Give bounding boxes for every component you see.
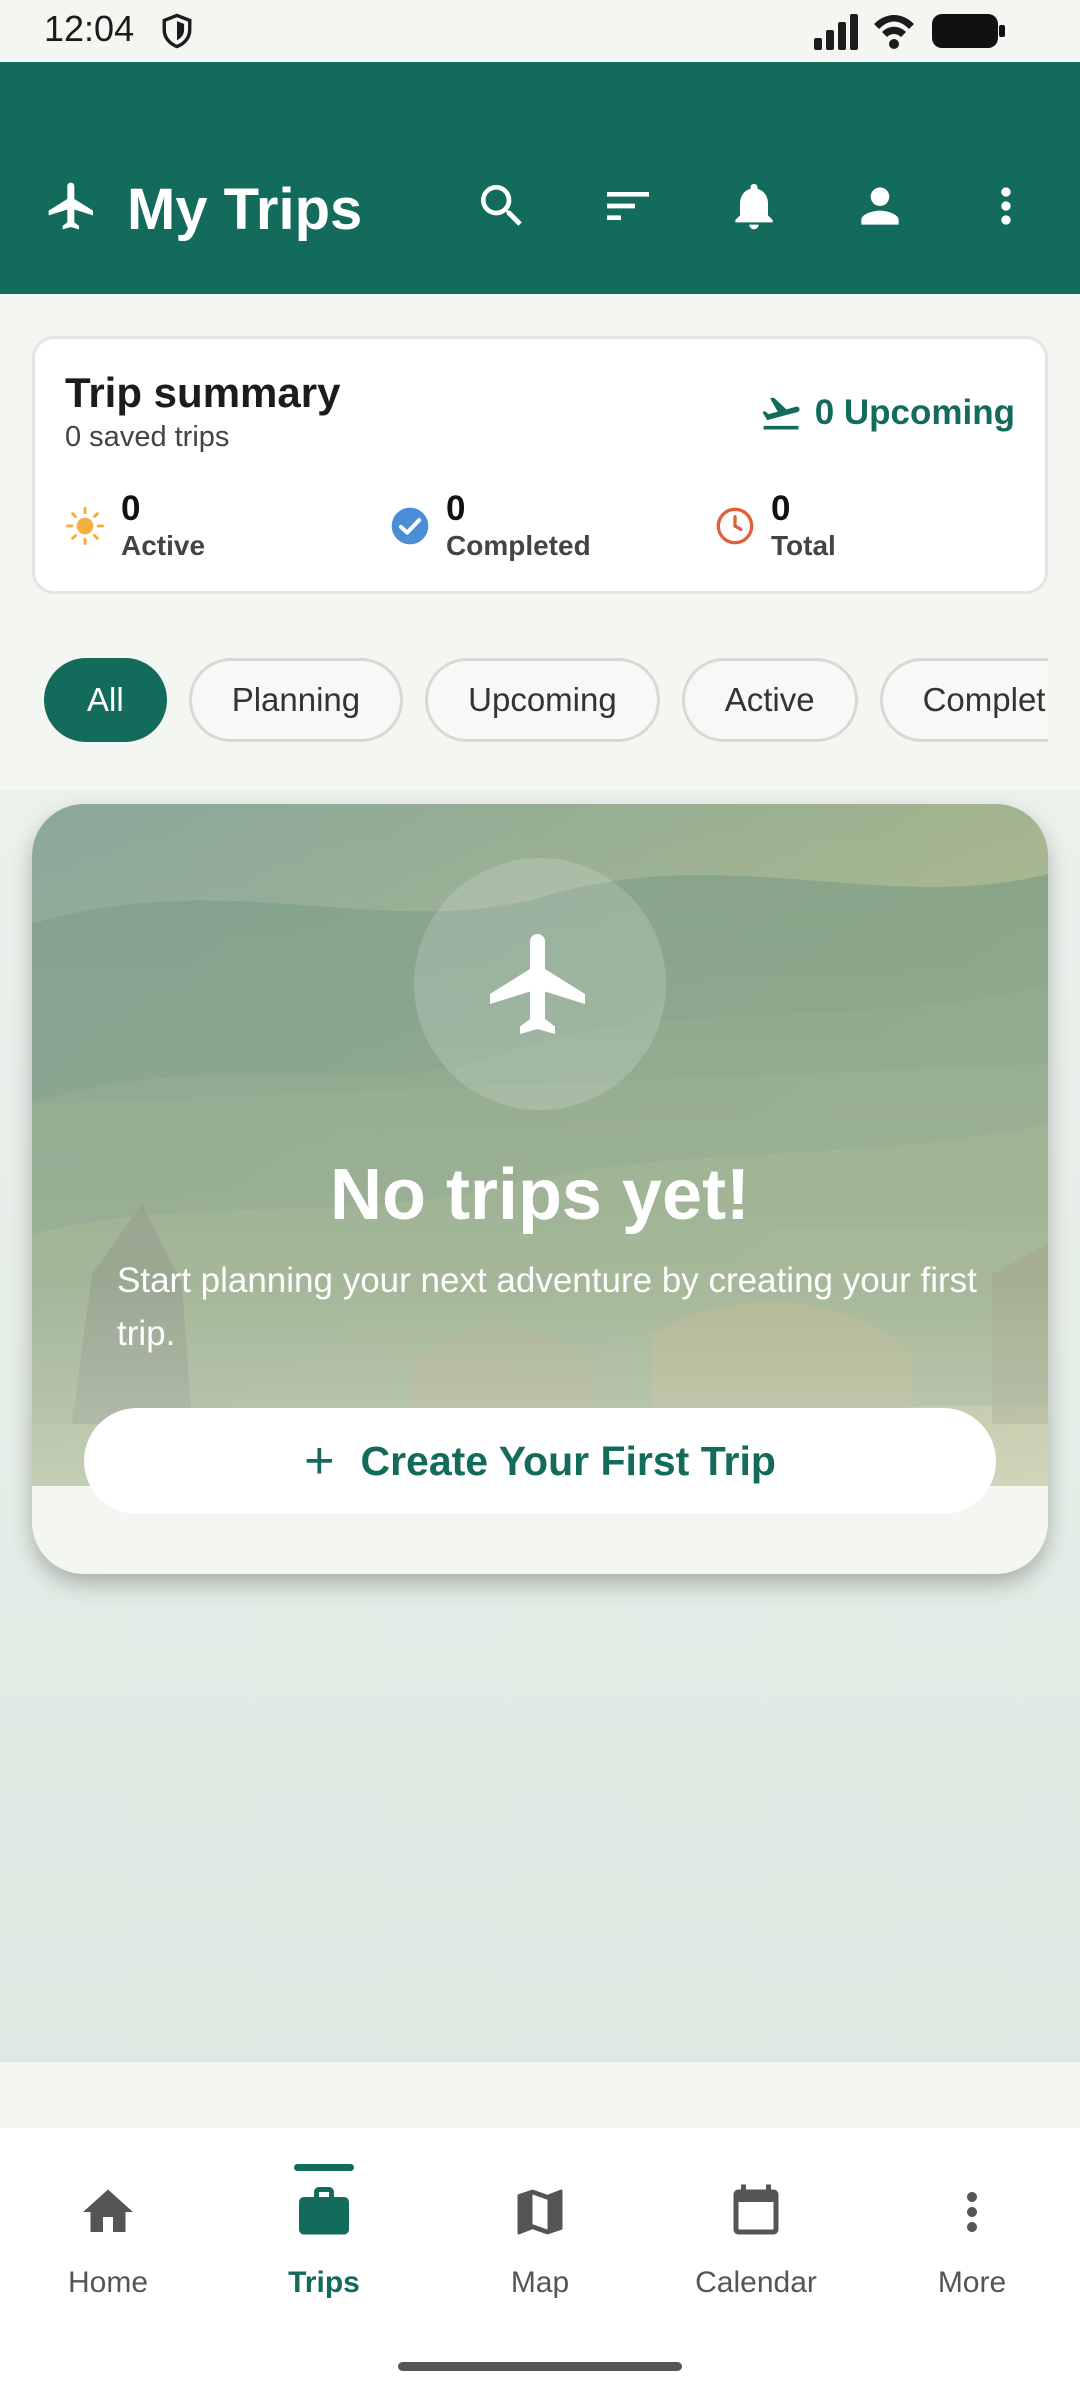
home-icon xyxy=(83,2189,133,2232)
nav-map-label: Map xyxy=(510,2266,570,2299)
shield-icon xyxy=(162,13,192,49)
calendar-icon xyxy=(733,2184,779,2235)
profile-button[interactable] xyxy=(850,176,910,236)
completed-label: Completed xyxy=(446,530,591,561)
filter-chip-upcoming[interactable]: Upcoming xyxy=(425,658,660,742)
create-first-trip-button[interactable]: + Create Your First Trip xyxy=(84,1408,996,1514)
sort-button[interactable] xyxy=(598,176,658,236)
sort-icon xyxy=(607,192,649,220)
status-bar: 12:04 xyxy=(0,0,1080,62)
overflow-menu-button[interactable] xyxy=(976,176,1036,236)
app-bar: My Trips xyxy=(0,62,1080,294)
empty-state-title: No trips yet! xyxy=(329,1155,751,1235)
search-icon xyxy=(481,185,522,226)
filter-chip-all[interactable]: All xyxy=(44,658,167,742)
clock-icon xyxy=(716,507,754,545)
nav-home-label: Home xyxy=(67,2266,149,2299)
filter-chip-completed[interactable]: Complet xyxy=(879,658,1048,742)
airplane-icon xyxy=(490,934,585,1034)
page-title: My Trips xyxy=(127,177,363,242)
stat-total: 0 Total xyxy=(715,489,836,563)
status-time: 12:04 xyxy=(44,8,135,49)
battery-icon xyxy=(932,14,1005,48)
plus-icon: + xyxy=(304,1432,335,1490)
empty-state-card: No trips yet! Start planning your next a… xyxy=(32,804,1048,1574)
notifications-button[interactable] xyxy=(724,176,784,236)
nav-map[interactable]: Map xyxy=(432,2128,648,2328)
wifi-icon xyxy=(874,15,914,49)
upcoming-count[interactable]: 0 Upcoming xyxy=(759,391,1015,435)
trip-summary-card: Trip summary 0 saved trips 0 Upcoming 0 … xyxy=(32,336,1048,594)
home-gesture-handle[interactable] xyxy=(398,2362,682,2371)
nav-trips[interactable]: Trips xyxy=(216,2128,432,2328)
check-circle-icon xyxy=(391,507,429,545)
completed-count: 0 xyxy=(446,489,466,528)
nav-more-label: More xyxy=(937,2266,1007,2299)
filter-chip-active[interactable]: Active xyxy=(681,658,858,742)
filter-chip-planning[interactable]: Planning xyxy=(188,658,404,742)
saved-trips-count: 0 saved trips xyxy=(65,421,230,453)
nav-trips-label: Trips xyxy=(288,2266,360,2299)
person-icon xyxy=(861,187,899,225)
nav-calendar-label: Calendar xyxy=(695,2266,817,2299)
nav-more[interactable]: More xyxy=(864,2128,1080,2328)
active-count: 0 xyxy=(121,489,141,528)
empty-state-description: Start planning your next adventure by cr… xyxy=(117,1261,977,1353)
stat-active: 0 Active xyxy=(65,489,205,563)
stat-completed: 0 Completed xyxy=(390,489,591,563)
filter-chips: All Planning Upcoming Active Complet xyxy=(44,658,1048,742)
create-trip-label: Create Your First Trip xyxy=(360,1437,776,1484)
summary-title: Trip summary xyxy=(65,369,341,416)
more-vertical-icon xyxy=(967,2192,977,2232)
empty-state-badge xyxy=(414,858,666,1110)
map-icon xyxy=(517,2189,563,2235)
signal-icon xyxy=(814,14,858,50)
upcoming-label: 0 Upcoming xyxy=(814,393,1015,432)
total-label: Total xyxy=(771,530,836,561)
flight-takeoff-icon xyxy=(762,397,800,430)
bottom-navigation: Home Trips Map Calendar More xyxy=(0,2128,1080,2400)
airplane-icon xyxy=(48,182,93,230)
more-vertical-icon xyxy=(1001,187,1011,225)
nav-calendar[interactable]: Calendar xyxy=(648,2128,864,2328)
total-count: 0 xyxy=(771,489,791,528)
active-label: Active xyxy=(121,530,206,561)
search-button[interactable] xyxy=(472,176,532,236)
bell-icon xyxy=(735,183,773,230)
sun-icon xyxy=(66,507,104,545)
nav-home[interactable]: Home xyxy=(0,2128,216,2328)
briefcase-icon xyxy=(299,2187,349,2235)
nav-active-indicator xyxy=(294,2164,354,2171)
